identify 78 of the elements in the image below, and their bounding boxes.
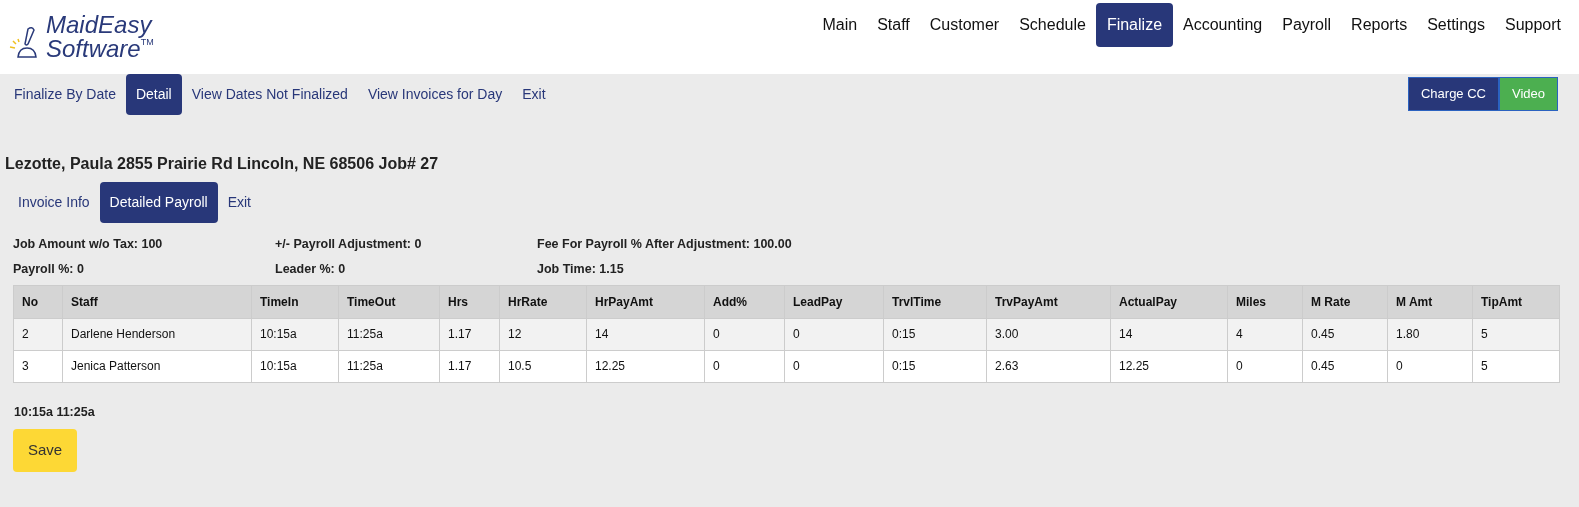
column-header: M Rate <box>1302 285 1388 318</box>
summary-text: Job Time: 1.15 <box>537 260 625 278</box>
section-tab[interactable]: Detailed Payroll <box>99 182 218 223</box>
table-cell: 0.45 <box>1302 350 1388 382</box>
summary-text: Job Amount w/o Tax: 100 <box>13 236 164 253</box>
column-header: HrRate <box>499 285 587 318</box>
summary-text: Leader %: 0 <box>275 260 347 278</box>
menu-link[interactable]: Detail <box>125 73 182 115</box>
table-cell: 2 <box>13 318 63 350</box>
table-cell: Jenica Patterson <box>62 350 252 382</box>
table-cell: 5 <box>1472 350 1560 382</box>
trademark-mark: TM <box>140 37 154 47</box>
summary-text: Fee For Payroll % After Adjustment: 100.00 <box>537 236 792 253</box>
column-header: TrvlTime <box>883 285 987 318</box>
table-cell: 10.5 <box>499 350 587 382</box>
table-cell: 1.80 <box>1387 318 1473 350</box>
nav-tab[interactable]: Main <box>812 3 868 47</box>
nav-tab[interactable]: Payroll <box>1272 3 1342 47</box>
table-cell: 2.63 <box>986 350 1111 382</box>
job-title: Lezotte, Paula 2855 Prairie Rd Lincoln, NE 68506 Job# 27 <box>4 154 440 174</box>
column-header: Add% <box>704 285 785 318</box>
table-cell: 0.45 <box>1302 318 1388 350</box>
save-button[interactable]: Save <box>13 429 78 472</box>
table-cell: 14 <box>586 318 705 350</box>
table-cell: 3 <box>13 350 63 382</box>
table-cell: 11:25a <box>338 350 440 382</box>
nav-tab[interactable]: Reports <box>1341 3 1418 47</box>
table-cell: 11:25a <box>338 318 440 350</box>
table-cell: 1.17 <box>439 350 500 382</box>
nav-tab[interactable]: Customer <box>919 3 1010 47</box>
nav-tab[interactable]: Staff <box>867 3 920 47</box>
column-header: No <box>13 285 63 318</box>
column-header: TimeIn <box>251 285 339 318</box>
menu-link[interactable]: View Invoices for Day <box>357 73 513 115</box>
column-header: Miles <box>1227 285 1303 318</box>
table-cell: 3.00 <box>986 318 1111 350</box>
nav-tab[interactable]: Settings <box>1417 3 1495 47</box>
column-header: Staff <box>62 285 252 318</box>
column-header: HrPayAmt <box>586 285 705 318</box>
table-cell: 0 <box>704 350 785 382</box>
logo-text: Software <box>46 37 141 61</box>
column-header: TipAmt <box>1472 285 1560 318</box>
table-cell: 0 <box>784 350 884 382</box>
column-header: TrvPayAmt <box>986 285 1111 318</box>
table-cell: Darlene Henderson <box>62 318 252 350</box>
column-header: M Amt <box>1387 285 1473 318</box>
summary-text: Payroll %: 0 <box>13 260 85 278</box>
table-cell: 10:15a <box>251 318 339 350</box>
nav-tab[interactable]: Finalize <box>1095 3 1174 47</box>
table-cell: 12 <box>499 318 587 350</box>
table-cell: 10:15a <box>251 350 339 382</box>
column-header: LeadPay <box>784 285 884 318</box>
section-tab[interactable]: Exit <box>217 182 261 223</box>
table-cell: 0 <box>1227 350 1303 382</box>
table-cell: 0:15 <box>883 350 987 382</box>
action-button[interactable]: Charge CC <box>1407 77 1499 111</box>
column-header: Hrs <box>439 285 500 318</box>
nav-tab[interactable]: Accounting <box>1173 3 1273 47</box>
column-header: ActualPay <box>1110 285 1228 318</box>
table-cell: 0 <box>704 318 785 350</box>
table-cell: 12.25 <box>1110 350 1228 382</box>
table-cell: 1.17 <box>439 318 500 350</box>
menu-link[interactable]: View Dates Not Finalized <box>181 73 358 115</box>
section-tab[interactable]: Invoice Info <box>8 182 100 223</box>
table-cell: 12.25 <box>586 350 705 382</box>
table-cell: 5 <box>1472 318 1560 350</box>
table-cell: 14 <box>1110 318 1228 350</box>
time-range-text: 10:15a 11:25a <box>13 403 96 421</box>
nav-tab[interactable]: Support <box>1494 3 1571 47</box>
nav-tab[interactable]: Schedule <box>1009 3 1096 47</box>
table-cell: 4 <box>1227 318 1303 350</box>
summary-text: +/- Payroll Adjustment: 0 <box>275 236 423 253</box>
table-cell: 0 <box>784 318 884 350</box>
table-cell: 0:15 <box>883 318 987 350</box>
column-header: TimeOut <box>338 285 440 318</box>
menu-link[interactable]: Exit <box>512 73 556 115</box>
table-cell: 0 <box>1387 350 1473 382</box>
menu-link[interactable]: Finalize By Date <box>4 73 126 115</box>
